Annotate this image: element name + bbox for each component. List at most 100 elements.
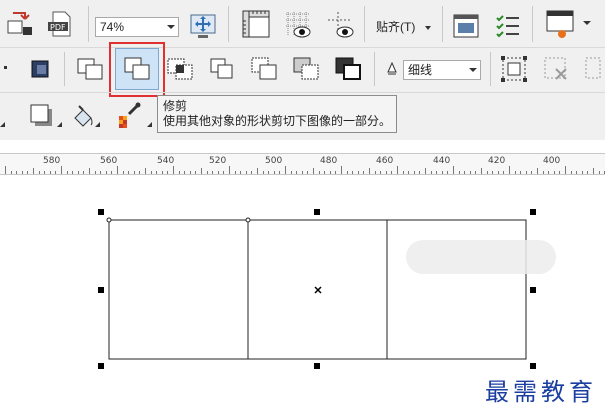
ruler-tick xyxy=(509,166,510,174)
boundary-icon[interactable] xyxy=(332,53,364,85)
ruler-tick xyxy=(385,171,387,174)
ruler-tick xyxy=(279,171,281,174)
ruler-tick xyxy=(173,166,174,174)
ruler-tick xyxy=(89,168,90,174)
ruler-tick xyxy=(27,171,29,174)
selection-handle[interactable] xyxy=(98,363,104,369)
flyout-corner-icon xyxy=(147,122,152,127)
selection-handle[interactable] xyxy=(530,287,536,293)
rulers-icon[interactable] xyxy=(240,8,272,40)
ruler-tick xyxy=(581,171,583,174)
application-launcher-icon[interactable] xyxy=(544,8,576,40)
ruler-tick xyxy=(145,168,146,174)
snap-to-menu[interactable]: 贴齐(T) xyxy=(376,18,431,35)
flyout-corner-icon xyxy=(57,122,62,127)
checklist-icon[interactable] xyxy=(492,10,524,42)
ruler-tick xyxy=(268,171,270,174)
ruler-tick xyxy=(251,171,253,174)
ruler-tick xyxy=(72,171,74,174)
outline-pen-icon xyxy=(386,61,398,79)
selection-handle[interactable] xyxy=(98,209,104,215)
ruler-tick xyxy=(598,171,600,174)
ruler-tick xyxy=(408,171,410,174)
ruler-tick xyxy=(33,168,34,174)
ruler-tick xyxy=(66,171,68,174)
ruler-tick xyxy=(469,171,471,174)
watermark-text: 最需教育 xyxy=(485,378,597,406)
grid-view-icon[interactable] xyxy=(282,8,314,40)
ruler-tick xyxy=(357,171,359,174)
ruler-tick xyxy=(559,171,561,174)
ruler-tick xyxy=(587,171,589,174)
outline-width-select[interactable]: 细线 xyxy=(403,60,481,80)
flyout-corner-icon xyxy=(95,122,100,127)
ruler-label: 560 xyxy=(100,156,118,166)
chevron-down-icon xyxy=(424,25,431,30)
ungroup-objects-icon[interactable] xyxy=(540,53,572,85)
ruler-tick xyxy=(369,168,370,174)
selection-handle[interactable] xyxy=(98,287,104,293)
ungroup-all-icon[interactable] xyxy=(582,53,602,85)
ruler-label: 460 xyxy=(376,156,394,166)
chevron-down-icon[interactable] xyxy=(583,21,591,25)
ruler-tick xyxy=(548,171,550,174)
ruler-tick xyxy=(38,171,40,174)
ruler-tick xyxy=(576,171,578,174)
selection-handle[interactable] xyxy=(314,363,320,369)
pan-zoom-icon[interactable] xyxy=(187,10,219,42)
simplify-icon[interactable] xyxy=(206,53,238,85)
ruler-label: 540 xyxy=(157,156,175,166)
ruler-tick xyxy=(447,171,449,174)
ruler-tick xyxy=(161,171,163,174)
pdf-publish-icon[interactable]: PDF xyxy=(44,8,76,40)
ruler-tick xyxy=(139,171,141,174)
trim-button[interactable] xyxy=(115,48,159,90)
export-icon[interactable] xyxy=(4,8,36,40)
drop-shadow-icon[interactable] xyxy=(26,99,58,131)
trim-icon xyxy=(124,57,150,80)
weld-icon[interactable] xyxy=(26,53,58,85)
intersect-icon[interactable] xyxy=(164,53,196,85)
combine-shapes-icon[interactable] xyxy=(74,53,106,85)
ruler-tick xyxy=(5,166,6,174)
ruler-label: 440 xyxy=(433,156,451,166)
selection-handle[interactable] xyxy=(314,209,320,215)
ruler-tick xyxy=(61,166,62,174)
ruler-tick xyxy=(593,168,594,174)
eyedropper-icon[interactable] xyxy=(112,99,144,131)
guidelines-view-icon[interactable] xyxy=(324,8,356,40)
ruler-tick xyxy=(178,171,180,174)
options-icon[interactable] xyxy=(450,10,482,42)
interactive-fill-icon[interactable] xyxy=(66,99,98,131)
front-minus-back-icon[interactable] xyxy=(248,53,280,85)
separator xyxy=(532,6,533,42)
separator xyxy=(64,52,65,86)
zoom-level-select[interactable]: 74% xyxy=(95,17,179,37)
ruler-tick xyxy=(397,166,398,174)
tooltip-description: 使用其他对象的形状剪切下图像的一部分。 xyxy=(163,114,392,128)
ruler-tick xyxy=(553,171,555,174)
ruler-tick xyxy=(257,168,258,174)
ruler-tick xyxy=(570,171,572,174)
ruler-tick xyxy=(503,171,505,174)
ruler-tick xyxy=(425,168,426,174)
outline-width-value: 细线 xyxy=(408,63,433,77)
ruler-tick xyxy=(111,171,113,174)
separator xyxy=(364,6,365,42)
ruler-tick xyxy=(133,171,135,174)
ruler-tick xyxy=(324,171,326,174)
selection-handle[interactable] xyxy=(530,363,536,369)
ruler-tick xyxy=(285,166,286,174)
ruler-label: 400 xyxy=(543,156,561,166)
ruler-tick xyxy=(458,171,460,174)
ruler-tick xyxy=(206,171,208,174)
ruler-tick xyxy=(290,171,292,174)
ruler-tick xyxy=(352,171,354,174)
ruler-label: 420 xyxy=(488,156,506,166)
group-objects-icon[interactable] xyxy=(498,53,530,85)
selection-handle[interactable] xyxy=(530,209,536,215)
row-divider xyxy=(0,47,605,48)
horizontal-ruler[interactable]: 580 560 540 520 500 480 460 440 420 400 xyxy=(0,153,605,175)
back-minus-front-icon[interactable] xyxy=(290,53,322,85)
ruler-tick xyxy=(531,171,533,174)
